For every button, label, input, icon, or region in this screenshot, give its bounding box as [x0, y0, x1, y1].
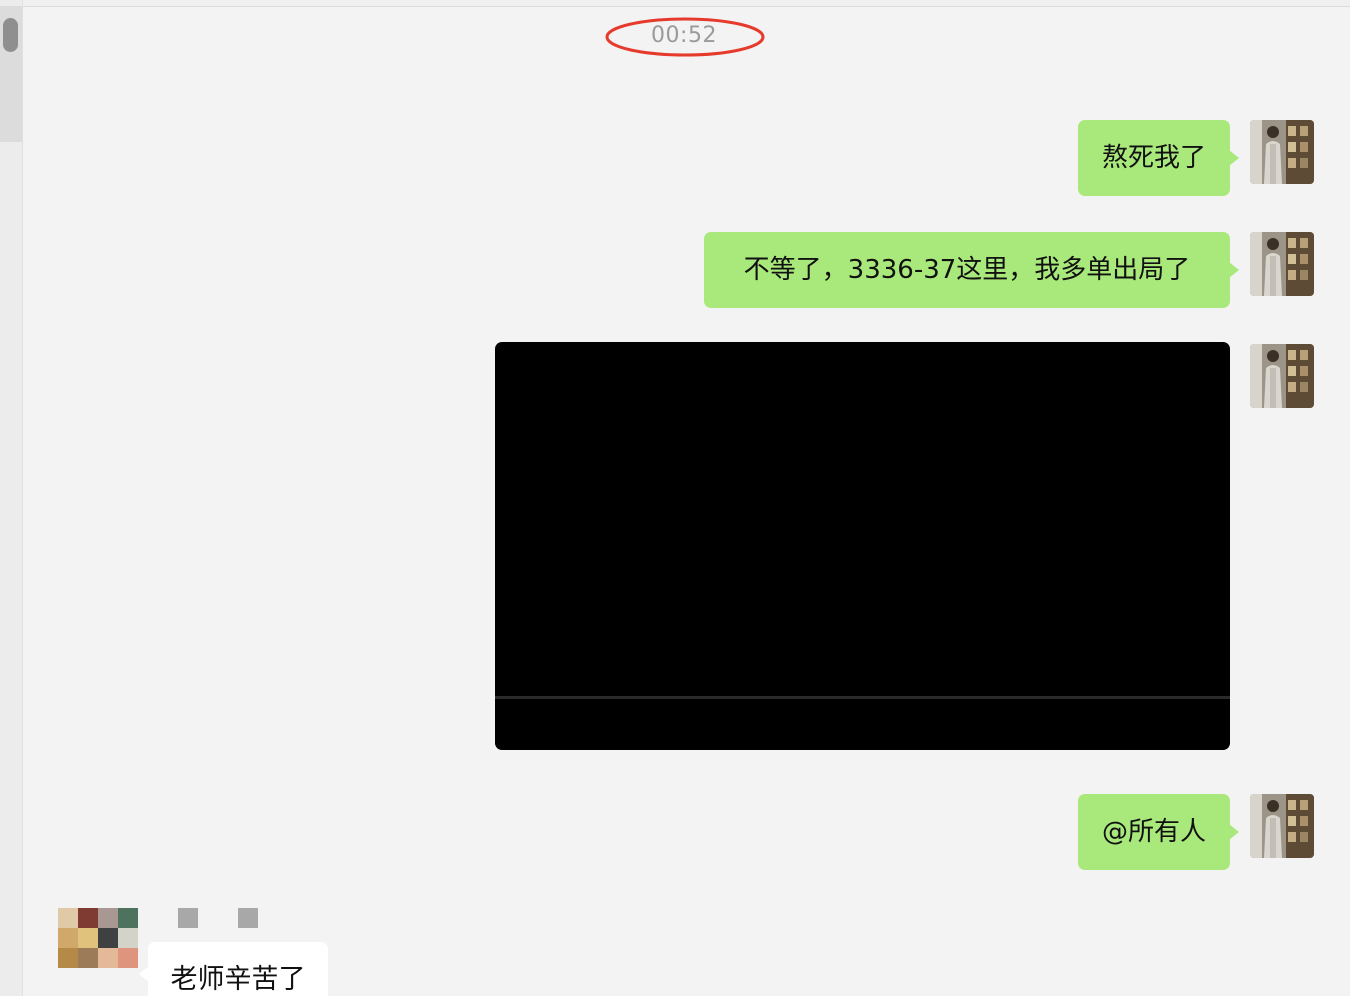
video-progress-bar[interactable] — [495, 696, 1230, 699]
my-avatar[interactable] — [1250, 120, 1314, 184]
sender-name-redacted — [178, 908, 198, 928]
my-avatar[interactable] — [1250, 232, 1314, 296]
user-avatar-icon — [1250, 232, 1314, 296]
top-border — [0, 0, 1350, 7]
outgoing-message-bubble[interactable]: 熬死我了 — [1078, 120, 1239, 196]
outgoing-message-bubble[interactable]: @所有人 — [1078, 794, 1239, 870]
user-avatar-icon — [1250, 344, 1314, 408]
highlight-ring — [605, 17, 765, 57]
scrollbar-thumb[interactable] — [3, 18, 18, 52]
user-avatar-icon — [1250, 794, 1314, 858]
my-avatar[interactable] — [1250, 794, 1314, 858]
message-text: 不等了，3336-37这里，我多单出局了 — [743, 255, 1191, 285]
incoming-message-bubble[interactable]: 老师辛苦了 — [139, 942, 328, 996]
message-text: @所有人 — [1101, 817, 1206, 847]
video-message[interactable] — [495, 342, 1230, 750]
scrollbar-track[interactable] — [0, 6, 22, 142]
user-avatar-icon — [1250, 120, 1314, 184]
chat-window: 00:52 熬死我了 不等了，3336-37这里，我多单出局了 @所有人 老师辛… — [0, 0, 1350, 996]
my-avatar[interactable] — [1250, 344, 1314, 408]
left-panel — [0, 0, 23, 996]
message-text: 熬死我了 — [1101, 143, 1206, 173]
message-text: 老师辛苦了 — [170, 964, 306, 995]
sender-name-redacted — [238, 908, 258, 928]
other-avatar[interactable] — [58, 908, 138, 968]
outgoing-message-bubble[interactable]: 不等了，3336-37这里，我多单出局了 — [704, 232, 1239, 308]
